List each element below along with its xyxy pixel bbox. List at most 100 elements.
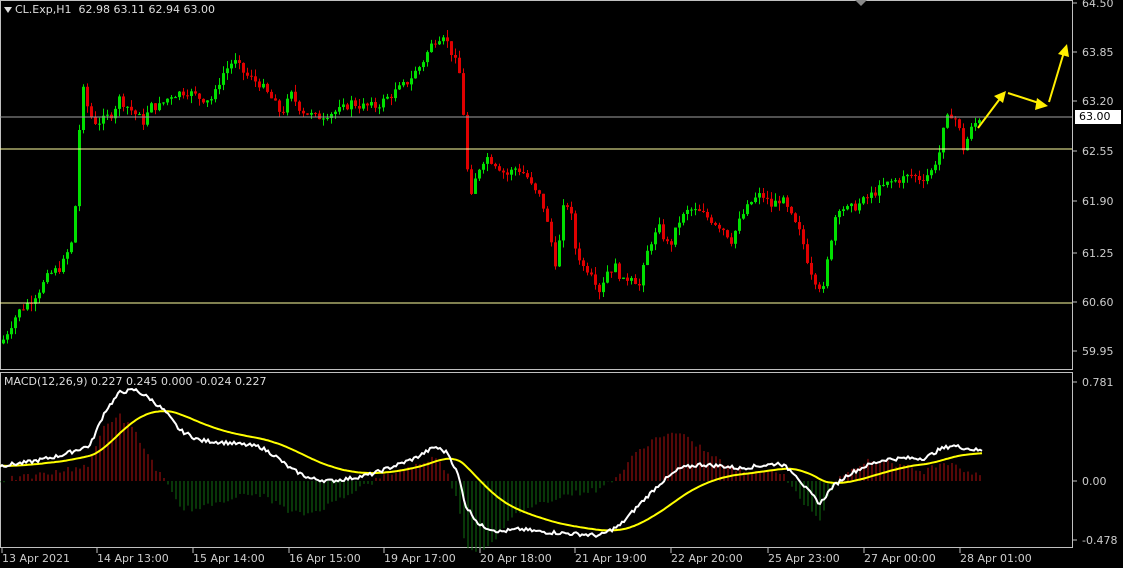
price-tick-label: 64.50 bbox=[1082, 0, 1114, 10]
candle-body bbox=[654, 232, 657, 245]
candle-body bbox=[194, 91, 197, 94]
candle-body bbox=[706, 211, 709, 218]
candle-body bbox=[550, 221, 553, 243]
candle-body bbox=[310, 112, 313, 115]
chart-header: CL.Exp,H1 62.98 63.11 62.94 63.00 bbox=[4, 3, 215, 16]
candle-body bbox=[246, 72, 249, 76]
candle-body bbox=[822, 286, 825, 289]
candle-body bbox=[326, 117, 329, 119]
candle-body bbox=[442, 37, 445, 42]
candle-body bbox=[394, 89, 397, 99]
candle-body bbox=[938, 152, 941, 165]
candle-body bbox=[658, 224, 661, 233]
candle-body bbox=[286, 98, 289, 113]
price-tick-label: 60.60 bbox=[1082, 296, 1114, 309]
candle-body bbox=[6, 334, 9, 340]
candle-body bbox=[962, 128, 965, 151]
candle-body bbox=[978, 120, 981, 124]
candle-body bbox=[334, 111, 337, 115]
candle-body bbox=[778, 200, 781, 204]
candle-body bbox=[94, 116, 97, 124]
candle-body bbox=[358, 106, 361, 109]
candle-body bbox=[170, 97, 173, 99]
candle-body bbox=[82, 86, 85, 131]
candle-body bbox=[366, 103, 369, 106]
candle-body bbox=[42, 282, 45, 293]
candle-body bbox=[2, 339, 5, 344]
candle-body bbox=[710, 217, 713, 223]
candle-body bbox=[346, 104, 349, 110]
price-axis: 64.50 63.85 63.20 62.55 61.90 61.25 60.60 59.95 bbox=[1072, 0, 1114, 358]
candle-body bbox=[774, 200, 777, 207]
time-tick-label: 28 Apr 01:00 bbox=[960, 552, 1032, 565]
candle-body bbox=[58, 268, 61, 273]
candle-body bbox=[890, 181, 893, 183]
candle-body bbox=[258, 81, 261, 88]
candle-body bbox=[646, 250, 649, 266]
projection-arrows[interactable] bbox=[977, 44, 1069, 129]
candle-body bbox=[598, 284, 601, 293]
candle-body bbox=[78, 130, 81, 207]
candle-body bbox=[150, 103, 153, 113]
candle-body bbox=[734, 230, 737, 244]
candle-body bbox=[226, 68, 229, 74]
candle-body bbox=[134, 110, 137, 115]
candle-body bbox=[122, 96, 125, 107]
candle-body bbox=[190, 91, 193, 96]
candle-body bbox=[950, 114, 953, 119]
candle-body bbox=[702, 210, 705, 212]
candle-body bbox=[798, 222, 801, 230]
candle-body bbox=[626, 277, 629, 281]
candle-body bbox=[230, 63, 233, 69]
candle-body bbox=[298, 101, 301, 111]
candle-body bbox=[302, 110, 305, 114]
price-tick-label: 61.90 bbox=[1082, 195, 1114, 208]
candle-body bbox=[138, 114, 141, 116]
candle-body bbox=[510, 169, 513, 175]
time-axis: 13 Apr 2021 14 Apr 13:00 15 Apr 14:00 16 Ap… bbox=[1, 548, 1032, 565]
price-tick-label: 62.55 bbox=[1082, 145, 1114, 158]
candle-body bbox=[698, 209, 701, 211]
candle-body bbox=[594, 274, 597, 285]
candles-layer bbox=[2, 30, 981, 345]
candle-body bbox=[906, 174, 909, 177]
candle-body bbox=[174, 97, 177, 99]
candle-body bbox=[378, 107, 381, 109]
candle-body bbox=[498, 166, 501, 171]
candle-body bbox=[614, 263, 617, 273]
candle-body bbox=[314, 112, 317, 114]
candle-body bbox=[86, 86, 89, 107]
candle-body bbox=[670, 241, 673, 245]
candle-body bbox=[766, 197, 769, 199]
scroll-marker-icon[interactable] bbox=[855, 0, 867, 6]
candle-body bbox=[610, 271, 613, 273]
time-tick-label: 14 Apr 13:00 bbox=[97, 552, 169, 565]
symbol-label: CL.Exp,H1 bbox=[15, 3, 72, 16]
candle-body bbox=[414, 70, 417, 79]
candle-body bbox=[26, 302, 29, 310]
candle-body bbox=[854, 203, 857, 211]
menu-triangle-icon[interactable] bbox=[4, 7, 12, 13]
candle-body bbox=[470, 169, 473, 194]
arrow-head-icon bbox=[1058, 44, 1069, 57]
candle-body bbox=[830, 240, 833, 260]
candle-body bbox=[418, 67, 421, 71]
candle-body bbox=[826, 259, 829, 287]
candle-body bbox=[410, 78, 413, 85]
chart-svg[interactable]: 64.50 63.85 63.20 62.55 61.90 61.25 60.60 59.95… bbox=[0, 0, 1123, 568]
candle-body bbox=[882, 184, 885, 186]
candle-body bbox=[506, 172, 509, 175]
candle-body bbox=[438, 41, 441, 45]
candle-body bbox=[482, 163, 485, 170]
candle-body bbox=[142, 114, 145, 125]
time-tick-label: 13 Apr 2021 bbox=[2, 552, 70, 565]
ohlc-values: 62.98 63.11 62.94 63.00 bbox=[78, 3, 215, 16]
candle-body bbox=[126, 106, 129, 108]
candle-body bbox=[546, 208, 549, 222]
candle-body bbox=[214, 89, 217, 100]
macd-tick-label: -0.478 bbox=[1082, 534, 1117, 547]
candle-body bbox=[582, 260, 585, 267]
candle-body bbox=[186, 95, 189, 97]
candle-body bbox=[222, 73, 225, 85]
candle-body bbox=[282, 111, 285, 113]
